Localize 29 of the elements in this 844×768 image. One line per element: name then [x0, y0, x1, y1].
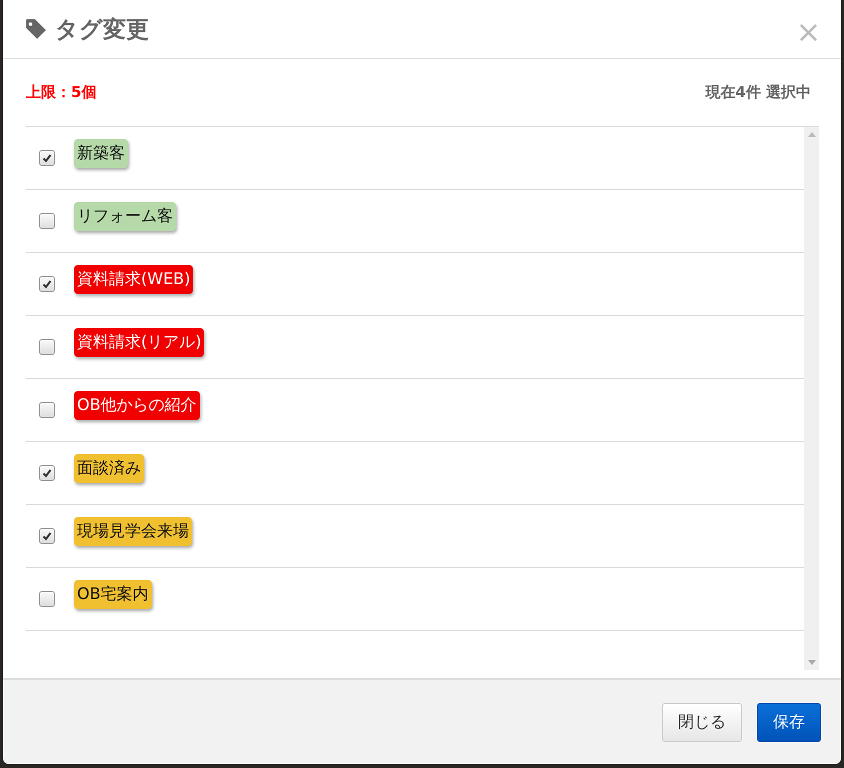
check-icon: [42, 153, 52, 163]
scroll-up-icon[interactable]: [808, 131, 816, 137]
scroll-down-icon[interactable]: [808, 660, 816, 666]
checkbox[interactable]: [39, 528, 55, 544]
close-button[interactable]: 閉じる: [662, 702, 742, 742]
scrollbar[interactable]: [804, 127, 819, 670]
selection-count: 現在4件 選択中: [705, 83, 811, 102]
limit-text: 上限：5個: [26, 83, 96, 102]
tag-label: 新築客: [74, 139, 128, 168]
checkbox[interactable]: [39, 213, 55, 229]
checkbox[interactable]: [39, 150, 55, 166]
tag-label: リフォーム客: [74, 202, 176, 231]
tag-label: OB宅案内: [74, 580, 152, 609]
check-icon: [42, 279, 52, 289]
save-button[interactable]: 保存: [757, 702, 821, 742]
check-icon: [42, 531, 52, 541]
checkbox[interactable]: [39, 339, 55, 355]
checkbox[interactable]: [39, 276, 55, 292]
tag-label: 資料請求(リアル): [74, 328, 204, 357]
checkbox[interactable]: [39, 402, 55, 418]
dialog-title: タグ変更: [55, 16, 149, 44]
tag-label: 面談済み: [74, 454, 144, 483]
checkbox[interactable]: [39, 591, 55, 607]
tag-label: OB他からの紹介: [74, 391, 200, 420]
tag-label: 現場見学会来場: [74, 517, 192, 546]
check-icon: [42, 468, 52, 478]
checkbox[interactable]: [39, 465, 55, 481]
tag-icon: [25, 18, 47, 40]
tag-label: 資料請求(WEB): [74, 265, 194, 294]
